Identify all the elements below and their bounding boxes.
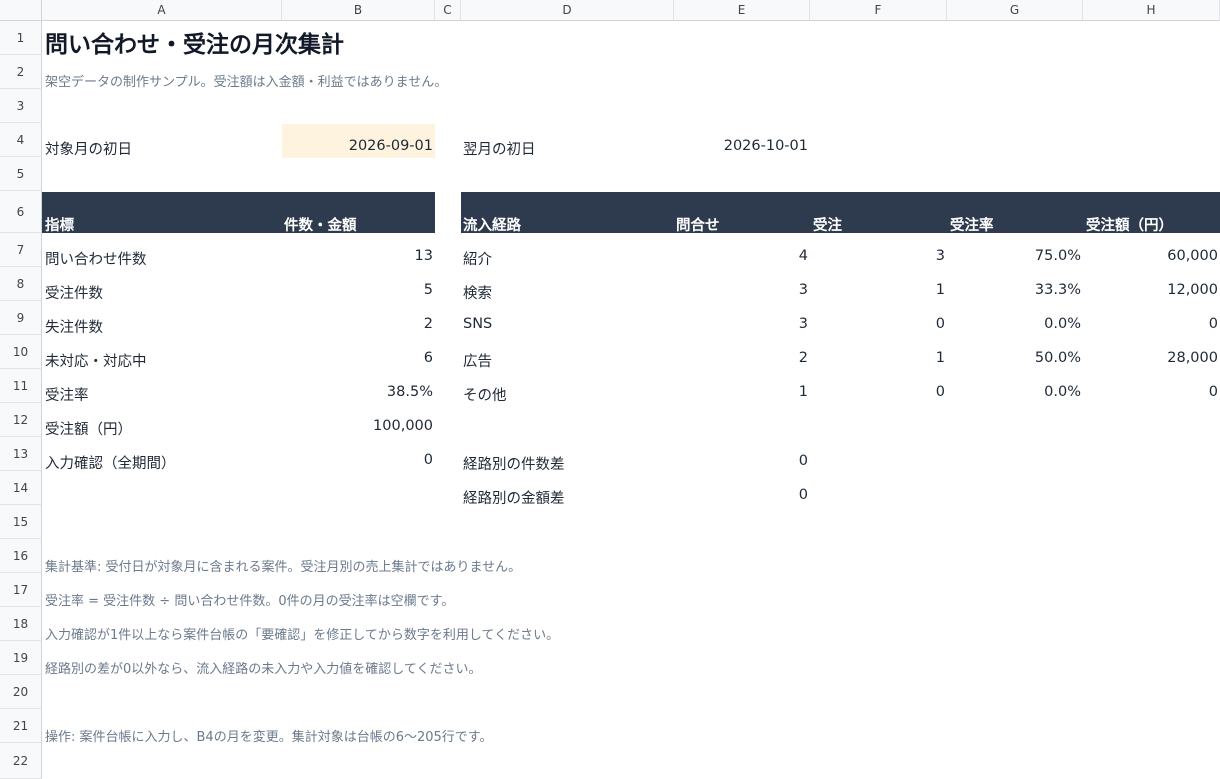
summary-metric-label[interactable]: 受注件数 bbox=[45, 282, 103, 303]
channel-inquiries[interactable]: 2 bbox=[674, 350, 808, 366]
page-title[interactable]: 問い合わせ・受注の月次集計 bbox=[45, 25, 344, 59]
column-header-c[interactable]: C bbox=[435, 0, 461, 21]
row-header-3[interactable]: 3 bbox=[0, 89, 42, 123]
subtitle[interactable]: 架空データの制作サンプル。受注額は入金額・利益ではありません。 bbox=[45, 71, 447, 90]
summary-metric-value[interactable]: 0 bbox=[282, 452, 433, 468]
channel-name[interactable]: SNS bbox=[463, 316, 492, 332]
summary-metric-label[interactable]: 未対応・対応中 bbox=[45, 350, 147, 371]
column-header-g[interactable]: G bbox=[947, 0, 1083, 21]
column-header-a[interactable]: A bbox=[42, 0, 282, 21]
column-header-h[interactable]: H bbox=[1083, 0, 1220, 21]
summary-header-band bbox=[42, 192, 435, 233]
summary-header-value[interactable]: 件数・金額 bbox=[284, 214, 357, 235]
channel-inquiries[interactable]: 3 bbox=[674, 282, 808, 298]
channel-rate[interactable]: 33.3% bbox=[947, 282, 1081, 298]
row-header-10[interactable]: 10 bbox=[0, 335, 42, 369]
row-header-20[interactable]: 20 bbox=[0, 675, 42, 709]
channel-rate[interactable]: 75.0% bbox=[947, 248, 1081, 264]
channel-orders[interactable]: 0 bbox=[810, 316, 945, 332]
channel-header-rate[interactable]: 受注率 bbox=[950, 214, 994, 235]
channel-amount[interactable]: 0 bbox=[1083, 384, 1218, 400]
row-header-4[interactable]: 4 bbox=[0, 123, 42, 157]
row-header-18[interactable]: 18 bbox=[0, 607, 42, 641]
row-header-9[interactable]: 9 bbox=[0, 301, 42, 335]
summary-header-metric[interactable]: 指標 bbox=[45, 214, 74, 235]
target-month-value[interactable]: 2026-09-01 bbox=[282, 138, 433, 154]
channel-inquiries[interactable]: 4 bbox=[674, 248, 808, 264]
row-header-14[interactable]: 14 bbox=[0, 471, 42, 505]
summary-metric-value[interactable]: 100,000 bbox=[282, 418, 433, 434]
channel-amount[interactable]: 0 bbox=[1083, 316, 1218, 332]
channel-amount[interactable]: 12,000 bbox=[1083, 282, 1218, 298]
summary-metric-label[interactable]: 入力確認（全期間） bbox=[45, 452, 176, 473]
row-header-5[interactable]: 5 bbox=[0, 157, 42, 191]
summary-metric-label[interactable]: 受注率 bbox=[45, 384, 89, 405]
column-header-e[interactable]: E bbox=[674, 0, 810, 21]
summary-metric-label[interactable]: 受注額（円） bbox=[45, 418, 132, 439]
check-amount-diff-value[interactable]: 0 bbox=[674, 487, 808, 503]
summary-metric-value[interactable]: 2 bbox=[282, 316, 433, 332]
column-header-f[interactable]: F bbox=[810, 0, 947, 21]
summary-metric-label[interactable]: 失注件数 bbox=[45, 316, 103, 337]
row-header-19[interactable]: 19 bbox=[0, 641, 42, 675]
column-header-d[interactable]: D bbox=[461, 0, 674, 21]
channel-header-amount[interactable]: 受注額（円） bbox=[1086, 214, 1173, 235]
channel-header-inquiries[interactable]: 問合せ bbox=[676, 214, 720, 235]
note-operation[interactable]: 操作: 案件台帳に入力し、B4の月を変更。集計対象は台帳の6〜205行です。 bbox=[45, 726, 493, 745]
channel-rate[interactable]: 50.0% bbox=[947, 350, 1081, 366]
channel-rate[interactable]: 0.0% bbox=[947, 316, 1081, 332]
row-header-8[interactable]: 8 bbox=[0, 267, 42, 301]
row-header-6[interactable]: 6 bbox=[0, 191, 42, 233]
row-header-13[interactable]: 13 bbox=[0, 437, 42, 471]
channel-rate[interactable]: 0.0% bbox=[947, 384, 1081, 400]
check-count-diff-value[interactable]: 0 bbox=[674, 453, 808, 469]
column-header-b[interactable]: B bbox=[282, 0, 435, 21]
channel-orders[interactable]: 1 bbox=[810, 350, 945, 366]
summary-metric-value[interactable]: 13 bbox=[282, 248, 433, 264]
row-header-7[interactable]: 7 bbox=[0, 233, 42, 267]
next-month-value[interactable]: 2026-10-01 bbox=[674, 138, 808, 154]
note-channel-diff[interactable]: 経路別の差が0以外なら、流入経路の未入力や入力値を確認してください。 bbox=[45, 658, 482, 677]
note-input-check[interactable]: 入力確認が1件以上なら案件台帳の「要確認」を修正してから数字を利用してください。 bbox=[45, 624, 559, 643]
channel-amount[interactable]: 28,000 bbox=[1083, 350, 1218, 366]
summary-metric-value[interactable]: 38.5% bbox=[282, 384, 433, 400]
channel-inquiries[interactable]: 3 bbox=[674, 316, 808, 332]
row-header-2[interactable]: 2 bbox=[0, 55, 42, 89]
next-month-label[interactable]: 翌月の初日 bbox=[463, 138, 536, 159]
row-header-1[interactable]: 1 bbox=[0, 21, 42, 55]
note-aggregation-basis[interactable]: 集計基準: 受付日が対象月に含まれる案件。受注月別の売上集計ではありません。 bbox=[45, 556, 521, 575]
check-amount-diff-label[interactable]: 経路別の金額差 bbox=[463, 487, 565, 508]
row-header-15[interactable]: 15 bbox=[0, 505, 42, 539]
target-month-label[interactable]: 対象月の初日 bbox=[45, 138, 132, 159]
channel-inquiries[interactable]: 1 bbox=[674, 384, 808, 400]
channel-name[interactable]: 検索 bbox=[463, 282, 492, 303]
row-header-21[interactable]: 21 bbox=[0, 709, 42, 743]
note-rate-formula[interactable]: 受注率 = 受注件数 ÷ 問い合わせ件数。0件の月の受注率は空欄です。 bbox=[45, 590, 454, 609]
check-count-diff-label[interactable]: 経路別の件数差 bbox=[463, 453, 565, 474]
select-all-corner[interactable] bbox=[0, 0, 42, 21]
row-header-17[interactable]: 17 bbox=[0, 573, 42, 607]
channel-header-name[interactable]: 流入経路 bbox=[463, 214, 521, 235]
summary-metric-value[interactable]: 6 bbox=[282, 350, 433, 366]
row-header-12[interactable]: 12 bbox=[0, 403, 42, 437]
channel-orders[interactable]: 3 bbox=[810, 248, 945, 264]
summary-metric-value[interactable]: 5 bbox=[282, 282, 433, 298]
channel-header-orders[interactable]: 受注 bbox=[813, 214, 842, 235]
row-header-16[interactable]: 16 bbox=[0, 539, 42, 573]
channel-orders[interactable]: 1 bbox=[810, 282, 945, 298]
channel-name[interactable]: その他 bbox=[463, 384, 507, 405]
channel-amount[interactable]: 60,000 bbox=[1083, 248, 1218, 264]
channel-orders[interactable]: 0 bbox=[810, 384, 945, 400]
row-header-22[interactable]: 22 bbox=[0, 743, 42, 779]
summary-metric-label[interactable]: 問い合わせ件数 bbox=[45, 248, 147, 269]
row-header-11[interactable]: 11 bbox=[0, 369, 42, 403]
channel-name[interactable]: 紹介 bbox=[463, 248, 492, 269]
channel-name[interactable]: 広告 bbox=[463, 350, 492, 371]
